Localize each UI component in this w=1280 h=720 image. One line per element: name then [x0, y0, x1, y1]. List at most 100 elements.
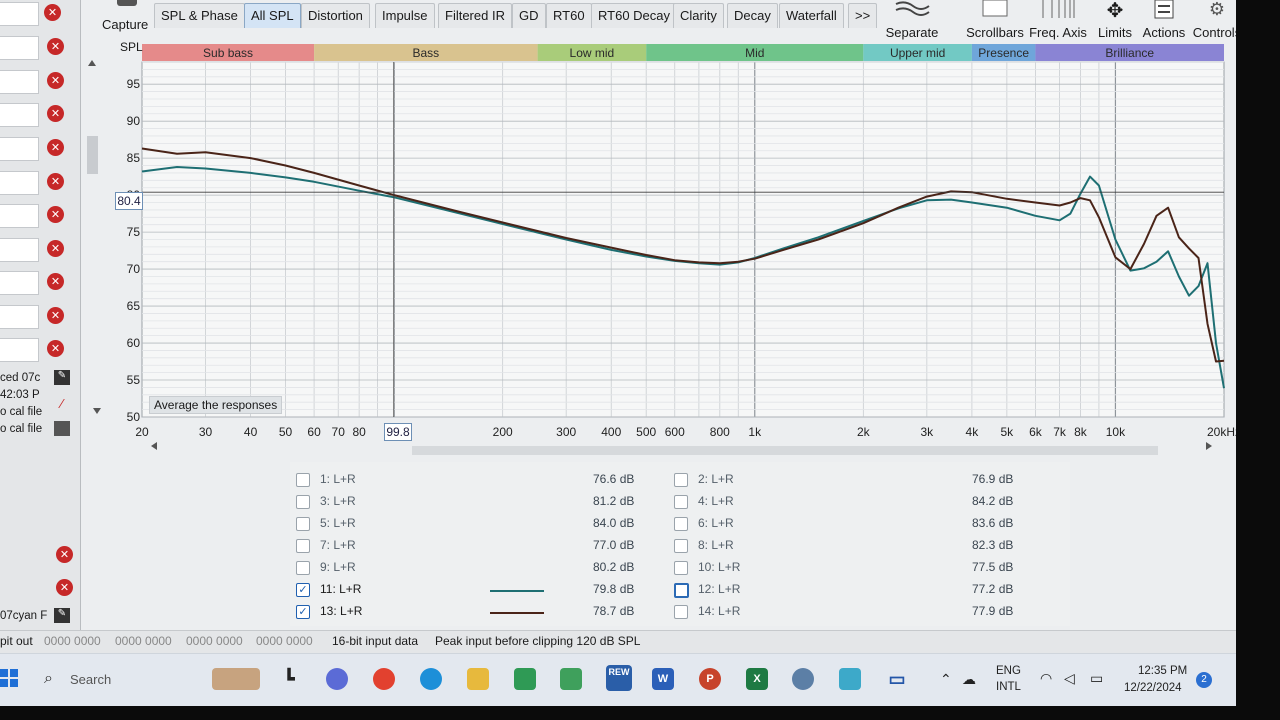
measurement-row[interactable]: 8: L+R 82.3 dB [674, 536, 1034, 556]
taskbar-search-box[interactable]: ⌕ Search [40, 668, 210, 692]
windows-start-icon[interactable] [0, 667, 18, 691]
wifi-icon[interactable]: ◠ [1040, 670, 1052, 687]
measurement-checkbox[interactable] [296, 517, 310, 531]
measurement-row[interactable]: ✓ 11: L+R 79.8 dB [296, 580, 656, 600]
measurement-checkbox[interactable] [674, 561, 688, 575]
tab-all-spl[interactable]: All SPL [244, 3, 301, 28]
remove-measurement-icon[interactable]: ✕ [47, 240, 64, 257]
remove-measurement-icon[interactable]: ✕ [47, 206, 64, 223]
scroll-up-arrow-icon[interactable] [88, 60, 96, 66]
scroll-right-arrow-icon[interactable] [1206, 442, 1212, 450]
measurement-name-box[interactable] [0, 103, 39, 127]
vertical-scrollbar[interactable] [87, 136, 98, 174]
measurement-checkbox[interactable] [674, 583, 689, 598]
save-disk-icon[interactable]: ▭ [886, 668, 908, 690]
measurement-checkbox[interactable] [674, 605, 688, 619]
teams-icon[interactable] [326, 668, 348, 690]
measurement-name-box[interactable] [0, 338, 39, 362]
measurement-checkbox[interactable]: ✓ [296, 583, 310, 597]
measurement-checkbox[interactable] [674, 495, 688, 509]
powerpoint-icon[interactable]: P [699, 668, 721, 690]
cloud-icon[interactable]: ☁ [962, 671, 976, 688]
tab-rt60[interactable]: RT60 [546, 3, 592, 28]
scrollbars-button[interactable]: Scrollbars [962, 0, 1028, 40]
scroll-left-arrow-icon[interactable] [151, 442, 157, 450]
average-responses-button[interactable]: Average the responses [149, 396, 283, 414]
controls-button[interactable]: ⚙ Controls [1190, 0, 1236, 40]
app-icon[interactable] [839, 668, 861, 690]
measurement-row[interactable]: 3: L+R 81.2 dB [296, 492, 656, 512]
chrome-icon[interactable] [373, 668, 395, 690]
capture-button[interactable]: Capture [100, 0, 154, 36]
remove-measurement-icon[interactable]: ✕ [47, 105, 64, 122]
measurement-row[interactable]: 5: L+R 84.0 dB [296, 514, 656, 534]
spl-graph[interactable]: Sub bass Bass Low mid Mid Upper mid Presence B… [82, 38, 1236, 462]
measurement-row[interactable]: 14: L+R 77.9 dB [674, 602, 1034, 622]
scroll-down-arrow-icon[interactable] [93, 408, 101, 414]
measurement-row[interactable]: 10: L+R 77.5 dB [674, 558, 1034, 578]
notification-badge[interactable]: 2 [1196, 672, 1212, 688]
battery-icon[interactable]: ▭ [1090, 670, 1103, 687]
measurement-checkbox[interactable] [674, 473, 688, 487]
remove-measurement-icon[interactable]: ✕ [47, 139, 64, 156]
measurement-checkbox[interactable] [296, 539, 310, 553]
tab-waterfall[interactable]: Waterfall [779, 3, 844, 28]
measurement-name-box[interactable] [0, 171, 39, 195]
remove-measurement-icon[interactable]: ✕ [47, 273, 64, 290]
file-icon[interactable]: ┗ [278, 668, 300, 690]
measurement-row[interactable]: 6: L+R 83.6 dB [674, 514, 1034, 534]
freq-axis-button[interactable]: Freq. Axis [1028, 0, 1088, 40]
remove-measurement-icon[interactable]: ✕ [47, 38, 64, 55]
measurement-checkbox[interactable] [296, 495, 310, 509]
measurement-checkbox[interactable] [296, 473, 310, 487]
measurement-name-box[interactable] [0, 238, 39, 262]
horizontal-scrollbar[interactable] [412, 446, 1158, 455]
pen-icon[interactable]: ∕ [54, 396, 70, 411]
word-icon[interactable]: W [652, 668, 674, 690]
remove-measurement-icon[interactable]: ✕ [56, 579, 73, 596]
edge-icon[interactable] [420, 668, 442, 690]
measurement-row[interactable]: 2: L+R 76.9 dB [674, 470, 1034, 490]
measurement-checkbox[interactable] [674, 539, 688, 553]
tab-clarity[interactable]: Clarity [673, 3, 724, 28]
rew-app-icon[interactable]: REW [606, 665, 632, 691]
tab-spl-phase[interactable]: SPL & Phase [154, 3, 245, 28]
tab-gd[interactable]: GD [512, 3, 546, 28]
edit-notes-icon[interactable]: ✎ [54, 370, 70, 385]
volume-icon[interactable]: ◁ [1064, 670, 1075, 687]
measurement-name-box[interactable] [0, 137, 39, 161]
measurement-checkbox[interactable]: ✓ [296, 605, 310, 619]
measurement-checkbox[interactable] [296, 561, 310, 575]
separate-button[interactable]: Separate [882, 0, 942, 40]
file-explorer-icon[interactable] [467, 668, 489, 690]
measurement-name-box[interactable] [0, 305, 39, 329]
measurement-name-box[interactable] [0, 36, 39, 60]
remove-measurement-icon[interactable]: ✕ [47, 307, 64, 324]
remove-measurement-icon[interactable]: ✕ [56, 546, 73, 563]
measurement-row[interactable]: 7: L+R 77.0 dB [296, 536, 656, 556]
tab-distortion[interactable]: Distortion [301, 3, 370, 28]
measurement-row[interactable]: 1: L+R 76.6 dB [296, 470, 656, 490]
document-icon[interactable] [54, 421, 70, 436]
excel-icon[interactable]: X [746, 668, 768, 690]
measurement-row[interactable]: 9: L+R 80.2 dB [296, 558, 656, 578]
actions-button[interactable]: Actions [1140, 0, 1188, 40]
measurement-row[interactable]: 4: L+R 84.2 dB [674, 492, 1034, 512]
measurement-name-box[interactable] [0, 2, 39, 26]
cloud-app-icon[interactable] [560, 668, 582, 690]
chevron-up-icon[interactable]: ⌃ [940, 671, 952, 688]
measurement-row[interactable]: 12: L+R 77.2 dB [674, 580, 1034, 600]
measurement-name-box[interactable] [0, 271, 39, 295]
more-tabs-button[interactable]: >> [848, 3, 878, 28]
language-indicator[interactable]: ENG [996, 665, 1021, 677]
notes-app-icon[interactable] [514, 668, 536, 690]
limits-button[interactable]: ✥ Limits [1094, 0, 1136, 40]
measurement-row[interactable]: ✓ 13: L+R 78.7 dB [296, 602, 656, 622]
search-highlight-icon[interactable] [212, 668, 260, 690]
remove-measurement-icon[interactable]: ✕ [47, 72, 64, 89]
measurement-name-box[interactable] [0, 204, 39, 228]
remove-measurement-icon[interactable]: ✕ [44, 4, 61, 21]
remove-measurement-icon[interactable]: ✕ [47, 340, 64, 357]
tab-impulse[interactable]: Impulse [375, 3, 435, 28]
tab-filtered-ir[interactable]: Filtered IR [438, 3, 512, 28]
